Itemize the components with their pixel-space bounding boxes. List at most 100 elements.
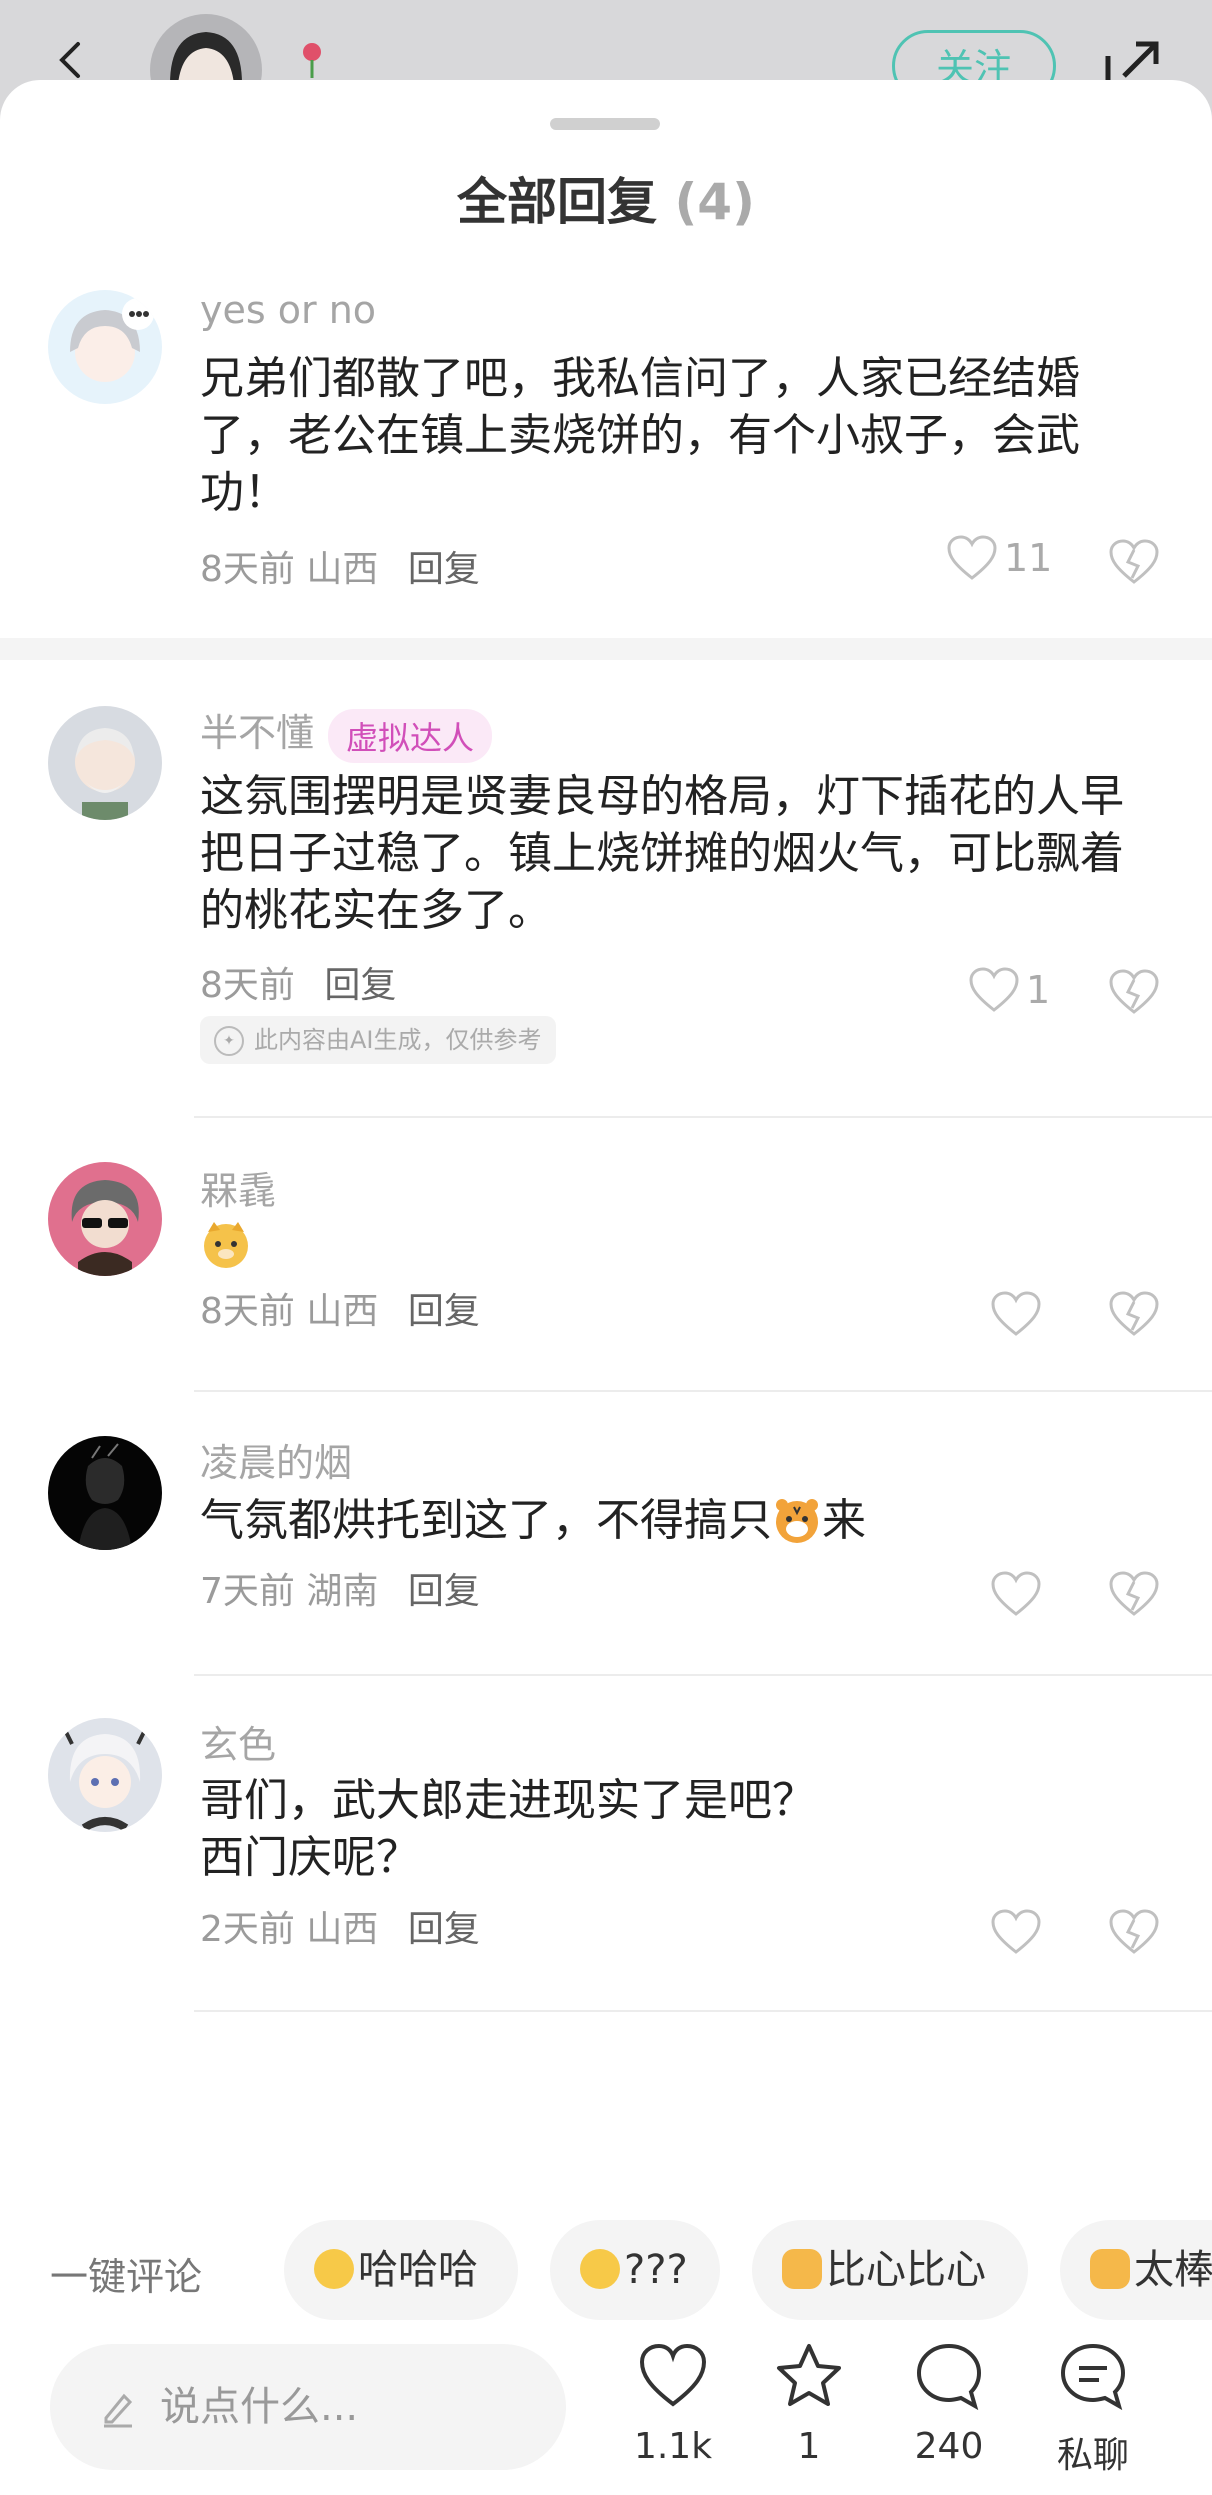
chip-label: 哈哈哈 xyxy=(358,2247,478,2293)
like-button[interactable] xyxy=(990,1570,1042,1618)
comment-text: 这氛围摆明是贤妻良母的格局，灯下插花的人早把日子过稳了。镇上烧饼摊的烟火气，可比… xyxy=(200,771,1124,936)
comment-location: 山西 xyxy=(306,1291,379,1332)
reply-button[interactable]: 回复 xyxy=(408,549,480,590)
confused-emoji-icon xyxy=(580,2249,620,2289)
quick-chip-heart-hands[interactable]: 比心比心 xyxy=(752,2220,1028,2320)
comment-time: 8天前 xyxy=(200,1291,295,1332)
heart-icon xyxy=(991,1291,1041,1336)
laughing-emoji-icon xyxy=(314,2249,354,2289)
comment-time: 7天前 xyxy=(200,1571,295,1612)
comment-time: 8天前 xyxy=(200,549,295,590)
like-count: 1 xyxy=(1026,968,1051,1012)
broken-heart-icon[interactable] xyxy=(1108,968,1160,1016)
heart-icon xyxy=(969,967,1019,1012)
comment-text: 气氛都烘托到这了，不得搞只 xyxy=(200,1495,772,1546)
quick-chip-great[interactable]: 太棒 xyxy=(1060,2220,1212,2320)
quick-comment-label: 一键评论 xyxy=(50,2255,203,2299)
sheet-drag-handle[interactable] xyxy=(550,118,660,130)
star-icon xyxy=(777,2344,841,2406)
chip-label: ??? xyxy=(624,2247,688,2293)
comment-username[interactable]: 半不懂 xyxy=(200,711,314,755)
chip-label: 太棒 xyxy=(1134,2247,1212,2293)
broken-heart-icon[interactable] xyxy=(1108,1570,1160,1618)
comment-text-line: 哥们，武大郎走进现实了是吧？ xyxy=(200,1775,816,1826)
sheet-title: 全部回复 (4) xyxy=(0,162,1212,234)
comment-location: 山西 xyxy=(306,1909,379,1950)
divider xyxy=(194,1116,1212,1118)
comment-meta: 7天前 湖南 回复 xyxy=(200,1562,480,1614)
like-button[interactable]: 1 xyxy=(968,966,1050,1014)
comment-bubble-icon xyxy=(916,2343,982,2411)
comment-username[interactable]: yes or no xyxy=(200,288,376,332)
replies-sheet: 全部回复 (4) yes or no 兄弟们都散了吧，我私信问了，人家已经结婚了… xyxy=(0,80,1212,2495)
avatar[interactable] xyxy=(48,1162,162,1276)
reply-count: (4) xyxy=(674,173,755,231)
comment-meta: 8天前 山西 回复 xyxy=(200,540,480,592)
divider xyxy=(194,1674,1212,1676)
comment-count: 240 xyxy=(914,2426,984,2467)
like-button[interactable] xyxy=(990,1908,1042,1956)
comment-username[interactable]: 凌晨的烟 xyxy=(200,1432,352,1487)
heart-icon xyxy=(991,1571,1041,1616)
private-chat-button[interactable]: 私聊 xyxy=(1038,2340,1148,2478)
comment-text: 哥们，武大郎走进现实了是吧？ 西门庆呢？ xyxy=(200,1772,1160,1886)
divider xyxy=(194,1390,1212,1392)
dog-emoji-sticker xyxy=(200,1218,252,1270)
comment-meta: 8天前 回复 xyxy=(200,956,396,1008)
comment-location: 山西 xyxy=(306,549,379,590)
pencil-icon xyxy=(104,2393,133,2428)
quick-comment-bar: 一键评论 哈哈哈 ??? 比心比心 太棒 xyxy=(0,2220,1212,2320)
reply-button[interactable]: 回复 xyxy=(408,1909,480,1950)
reply-button[interactable]: 回复 xyxy=(408,1571,480,1612)
comment-text-tail: 来 xyxy=(822,1495,866,1546)
broken-heart-icon[interactable] xyxy=(1108,1908,1160,1956)
comment-text-row: 气氛都烘托到这了，不得搞只来 xyxy=(200,1492,1160,1549)
comment-meta: 8天前 山西 回复 xyxy=(200,1282,480,1334)
avatar[interactable] xyxy=(48,290,162,404)
quick-chip-laugh[interactable]: 哈哈哈 xyxy=(284,2220,518,2320)
rose-icon xyxy=(303,43,321,78)
section-divider xyxy=(0,638,1212,660)
thumbs-up-emoji-icon xyxy=(1090,2249,1130,2289)
ai-generated-note: ✦ 此内容由AI生成，仅供参考 xyxy=(200,1016,556,1064)
comment-meta: 2天前 山西 回复 xyxy=(200,1900,480,1952)
avatar[interactable] xyxy=(48,1718,162,1832)
like-button[interactable] xyxy=(990,1290,1042,1338)
like-count: 1.1k xyxy=(633,2426,713,2467)
like-button[interactable]: 11 xyxy=(946,534,1052,582)
avatar[interactable] xyxy=(48,1436,162,1550)
like-count: 11 xyxy=(1004,536,1053,580)
broken-heart-icon[interactable] xyxy=(1108,1290,1160,1338)
bottom-action-bar: 说点什么... 1.1k 1 240 私聊 xyxy=(0,2340,1212,2495)
like-post-button[interactable]: 1.1k xyxy=(618,2340,728,2467)
comment-text-line: 西门庆呢？ xyxy=(200,1832,420,1883)
comment-username-row: 半不懂 虚拟达人 xyxy=(200,702,493,763)
broken-heart-icon[interactable] xyxy=(1108,538,1160,586)
tiger-emoji xyxy=(772,1495,822,1545)
avatar[interactable] xyxy=(48,706,162,820)
comment-input[interactable]: 说点什么... xyxy=(50,2344,566,2470)
quick-chip-question[interactable]: ??? xyxy=(550,2220,720,2320)
comment-button[interactable]: 240 xyxy=(894,2340,1004,2467)
finger-heart-emoji-icon xyxy=(782,2249,822,2289)
divider xyxy=(194,2010,1212,2012)
comment-time: 2天前 xyxy=(200,1909,295,1950)
heart-icon xyxy=(947,535,997,580)
ai-icon: ✦ xyxy=(214,1026,244,1056)
comment-username[interactable]: 槑毳 xyxy=(200,1160,276,1215)
virtual-talent-badge: 虚拟达人 xyxy=(328,708,493,763)
comment-text: 兄弟们都散了吧，我私信问了，人家已经结婚了，老公在镇上卖烧饼的，有个小叔子，会武… xyxy=(200,353,1080,518)
heart-icon xyxy=(639,2343,707,2407)
comment-username[interactable]: 玄色 xyxy=(200,1714,276,1769)
chip-label: 比心比心 xyxy=(826,2247,986,2293)
comment-time: 8天前 xyxy=(200,965,295,1006)
reply-button[interactable]: 回复 xyxy=(408,1291,480,1332)
favorite-button[interactable]: 1 xyxy=(754,2340,864,2467)
chat-icon xyxy=(1060,2343,1126,2411)
comment-input-placeholder: 说点什么... xyxy=(160,2384,359,2430)
back-arrow-icon[interactable] xyxy=(52,40,92,80)
reply-button[interactable]: 回复 xyxy=(324,965,396,1006)
star-count: 1 xyxy=(797,2426,821,2467)
comment-location: 湖南 xyxy=(306,1571,379,1612)
heart-icon xyxy=(991,1909,1041,1954)
